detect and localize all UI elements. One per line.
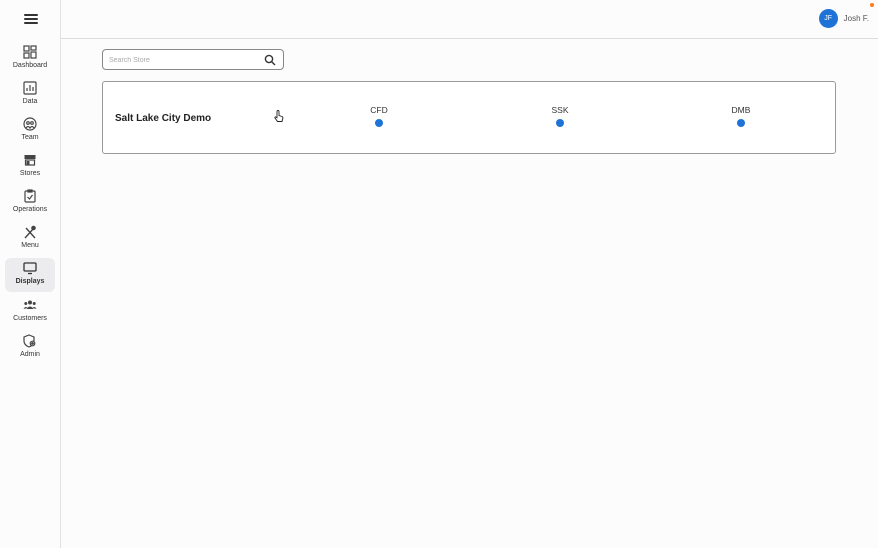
status-dot	[556, 119, 564, 127]
sidebar-item-dashboard[interactable]: Dashboard	[5, 42, 55, 76]
sidebar-item-label: Data	[22, 98, 38, 105]
sidebar-item-label: Dashboard	[12, 62, 48, 69]
store-card[interactable]: Salt Lake City Demo CFD SSK DMB	[102, 81, 836, 154]
hamburger-menu-icon[interactable]	[24, 14, 38, 26]
search-icon[interactable]	[264, 54, 276, 66]
device-ssk[interactable]: SSK	[540, 105, 580, 127]
sidebar-item-displays[interactable]: Displays	[5, 258, 55, 292]
sidebar-item-label: Menu	[21, 242, 39, 249]
sidebar-item-label: Displays	[15, 278, 45, 285]
store-name: Salt Lake City Demo	[115, 113, 212, 124]
team-icon	[23, 117, 37, 131]
device-label: CFD	[370, 105, 388, 115]
device-cfd[interactable]: CFD	[359, 105, 399, 127]
sidebar-item-label: Operations	[12, 206, 48, 213]
sidebar-item-stores[interactable]: Stores	[5, 150, 55, 184]
sidebar-item-label: Customers	[13, 315, 47, 322]
status-dot	[375, 119, 383, 127]
hand-pointer-cursor-icon	[274, 110, 284, 122]
dashboard-icon	[23, 45, 37, 59]
sidebar-item-customers[interactable]: Customers	[5, 295, 55, 329]
sidebar-item-label: Admin	[20, 351, 40, 358]
status-dot	[737, 119, 745, 127]
sidebar-item-admin[interactable]: Admin	[5, 331, 55, 365]
store-icon	[24, 155, 36, 166]
sidebar-item-team[interactable]: Team	[5, 114, 55, 148]
data-chart-icon	[23, 81, 37, 95]
user-name[interactable]: Josh F.	[844, 14, 869, 23]
sidebar: Dashboard Data Team Stores Operations Me…	[0, 0, 61, 548]
search-input[interactable]	[109, 53, 259, 67]
notification-dot	[870, 3, 874, 7]
sidebar-item-menu[interactable]: Menu	[5, 222, 55, 256]
admin-shield-icon	[23, 334, 36, 348]
user-menu[interactable]: JF Josh F.	[818, 9, 869, 28]
sidebar-item-label: Stores	[19, 170, 41, 177]
monitor-icon	[23, 262, 37, 275]
customers-icon	[23, 300, 37, 309]
clipboard-check-icon	[24, 189, 36, 203]
sidebar-item-label: Team	[21, 134, 39, 141]
search-store-box[interactable]	[102, 49, 284, 70]
sidebar-item-operations[interactable]: Operations	[5, 186, 55, 220]
device-label: SSK	[551, 105, 569, 115]
top-bar: JF Josh F.	[61, 0, 878, 39]
device-label: DMB	[731, 105, 751, 115]
avatar[interactable]: JF	[818, 9, 838, 28]
sidebar-item-data[interactable]: Data	[5, 78, 55, 112]
device-dmb[interactable]: DMB	[721, 105, 761, 127]
utensils-icon	[24, 225, 36, 239]
